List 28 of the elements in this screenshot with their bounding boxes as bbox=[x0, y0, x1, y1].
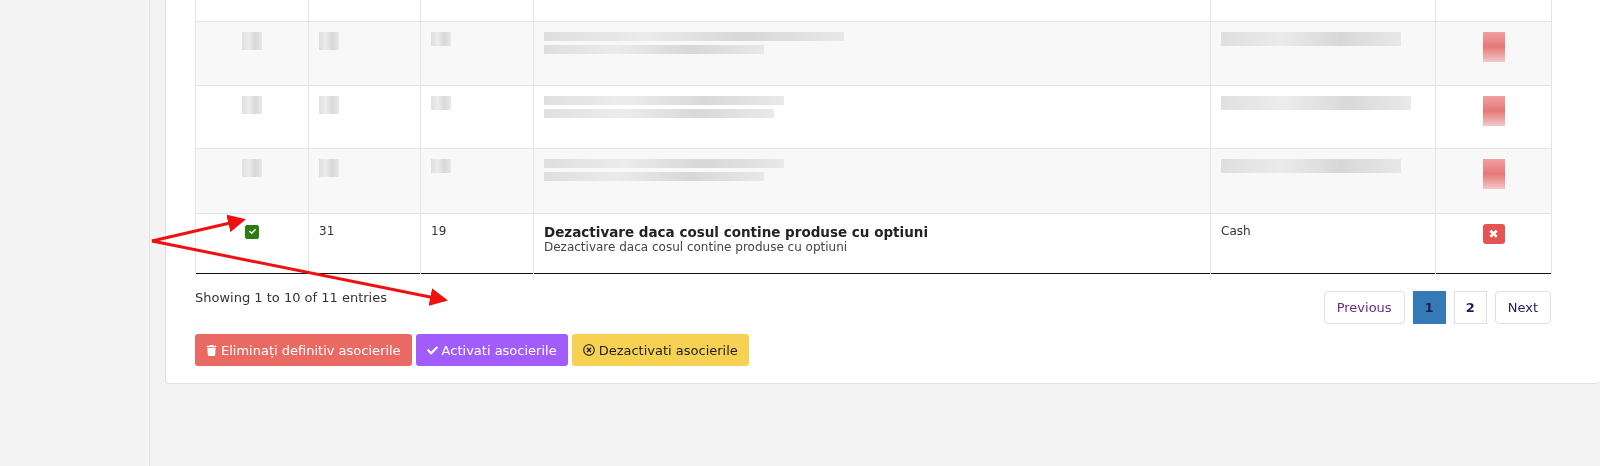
redacted-text bbox=[431, 32, 451, 46]
redacted-text bbox=[242, 96, 262, 114]
redacted-icon bbox=[1482, 96, 1505, 126]
redacted-text bbox=[431, 159, 451, 173]
redacted-text bbox=[242, 32, 262, 50]
entries-info: Showing 1 to 10 of 11 entries bbox=[195, 290, 387, 307]
pagination-button[interactable]: Next bbox=[1494, 291, 1551, 324]
pagination-button[interactable]: Previous bbox=[1323, 291, 1405, 324]
row-title: Dezactivare daca cosul contine produse cu optiuni bbox=[544, 224, 930, 240]
table-cell: 19 bbox=[431, 224, 447, 238]
trash-icon bbox=[206, 344, 217, 356]
table-cell: Cash bbox=[1221, 224, 1251, 238]
redacted-text bbox=[319, 96, 339, 114]
redacted-text bbox=[319, 32, 339, 50]
activate-button[interactable]: Activati asocierile bbox=[415, 334, 568, 366]
redacted-text bbox=[242, 159, 262, 177]
redacted-icon bbox=[1482, 159, 1505, 189]
redacted-text bbox=[431, 96, 451, 110]
checkbox[interactable] bbox=[245, 225, 259, 239]
check-icon bbox=[426, 344, 438, 356]
delete-button[interactable]: ✖ bbox=[1482, 224, 1505, 244]
deactivate-button[interactable]: Dezactivati asocierile bbox=[571, 334, 749, 366]
row-description: Dezactivare daca cosul contine produse cu optiuni bbox=[544, 240, 849, 254]
table-cell: 31 bbox=[319, 224, 335, 238]
redacted-text bbox=[319, 159, 339, 177]
page-button[interactable]: 2 bbox=[1453, 291, 1487, 324]
check-icon bbox=[248, 228, 256, 235]
redacted-icon bbox=[1482, 32, 1505, 62]
